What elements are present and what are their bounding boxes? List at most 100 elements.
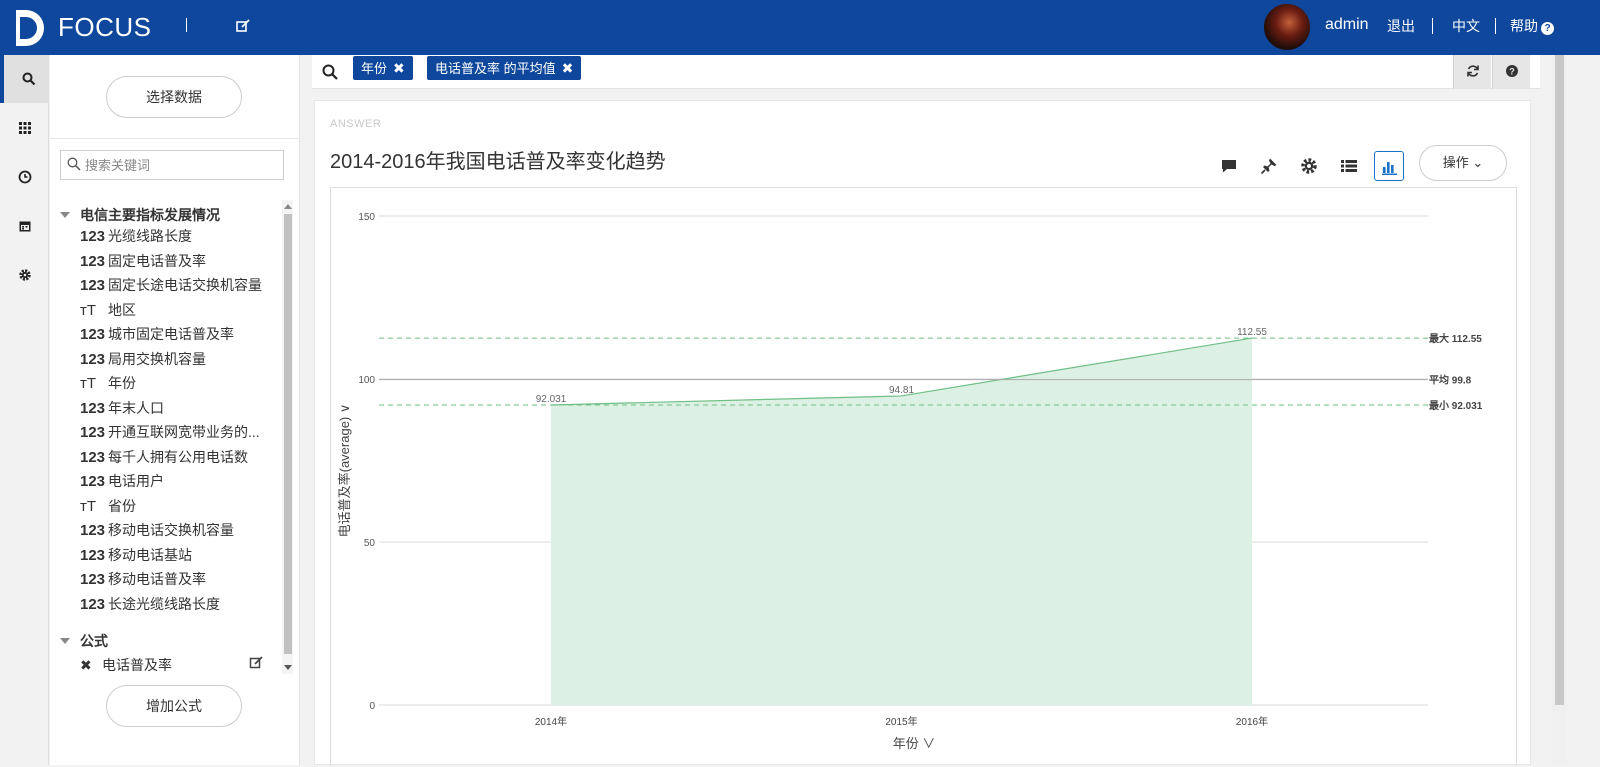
search-chip-average[interactable]: 电话普及率 的平均值 ✖: [427, 56, 582, 80]
field-item[interactable]: ᴛT 地区: [80, 300, 136, 324]
field-item[interactable]: 123 光缆线路长度: [80, 226, 192, 250]
group-title: 公式: [80, 633, 108, 649]
list-icon: [1341, 160, 1357, 172]
field-name: 移动电话普及率: [108, 571, 206, 587]
scroll-down-arrow-icon[interactable]: [284, 665, 292, 670]
nav-settings[interactable]: [0, 251, 49, 299]
field-item[interactable]: 123 局用交换机容量: [80, 349, 206, 373]
chip-label: 年份: [361, 61, 388, 76]
comment-button[interactable]: [1214, 151, 1244, 181]
question-icon: ?: [1541, 22, 1554, 35]
chart-container: 0 50 100 150 最大 112.55 平均 99.8 最小 92.031 92.031…: [330, 187, 1517, 766]
y-tick-label: 150: [358, 212, 375, 223]
number-type-icon: 123: [80, 571, 106, 588]
scroll-thumb[interactable]: [284, 214, 292, 654]
user-name[interactable]: admin: [1325, 16, 1369, 34]
focus-logo-icon[interactable]: [12, 8, 48, 48]
area-chart[interactable]: 0 50 100 150 最大 112.55 平均 99.8 最小 92.031 92.031…: [331, 188, 1516, 767]
field-name: 地区: [108, 301, 136, 318]
logout-link[interactable]: 退出: [1387, 16, 1415, 36]
edit-icon[interactable]: [235, 18, 251, 34]
data-label: 112.55: [1237, 327, 1267, 338]
field-name: 每千人拥有公用电话数: [108, 448, 248, 465]
field-item[interactable]: 123 移动电话交换机容量: [80, 520, 234, 544]
page-scroll-thumb[interactable]: [1555, 55, 1564, 705]
number-type-icon: 123: [80, 228, 106, 245]
select-data-button[interactable]: 选择数据: [106, 76, 242, 118]
x-tick-label: 2014年: [535, 715, 567, 728]
text-type-icon: ᴛT: [80, 375, 97, 392]
search-chip-year[interactable]: 年份 ✖: [353, 56, 413, 80]
refresh-button[interactable]: [1453, 55, 1491, 89]
tree-scrollbar[interactable]: [282, 200, 293, 674]
nav-calendar[interactable]: [0, 202, 49, 250]
field-item[interactable]: 123 年末人口: [80, 398, 164, 422]
tree-group-header[interactable]: 电信主要指标发展情况: [60, 205, 220, 225]
y-tick-label: 50: [364, 538, 376, 549]
field-item[interactable]: 123 移动电话基站: [80, 545, 192, 569]
language-switch[interactable]: 中文: [1452, 16, 1480, 36]
chart-view-button[interactable]: [1374, 151, 1404, 181]
remove-chip-icon[interactable]: ✖: [393, 60, 405, 76]
pin-icon: [1260, 158, 1277, 175]
add-formula-button[interactable]: 增加公式: [106, 685, 242, 727]
x-tick-label: 2015年: [885, 715, 917, 728]
field-name: 年份: [108, 375, 136, 391]
field-item[interactable]: 123 电话用户: [80, 471, 164, 495]
remove-chip-icon[interactable]: ✖: [562, 60, 574, 76]
field-item[interactable]: 123 固定长途电话交换机容量: [80, 275, 262, 299]
scroll-up-arrow-icon[interactable]: [284, 204, 292, 209]
delete-icon[interactable]: ✖: [80, 657, 102, 674]
field-item[interactable]: 123 移动电话普及率: [80, 569, 206, 593]
keyword-search-input[interactable]: [85, 155, 275, 175]
caret-down-icon: [60, 212, 70, 218]
table-view-button[interactable]: [1334, 151, 1364, 181]
operations-dropdown[interactable]: 操作 ⌄: [1419, 145, 1507, 181]
nav-apps[interactable]: [0, 104, 49, 152]
header-divider: [1432, 18, 1433, 34]
question-icon: ?: [1506, 65, 1518, 77]
refresh-icon: [1467, 65, 1479, 77]
field-item[interactable]: 123 开通互联网宽带业务的...: [80, 422, 260, 446]
search-icon: [67, 157, 81, 171]
data-label: 92.031: [536, 394, 567, 405]
field-item[interactable]: ᴛT 年份: [80, 373, 136, 397]
formula-group-header[interactable]: 公式: [60, 631, 108, 651]
nav-search[interactable]: [0, 55, 49, 103]
chevron-down-icon: ⌄: [1472, 155, 1484, 170]
text-type-icon: ᴛT: [80, 301, 97, 319]
search-icon: [22, 72, 36, 86]
calendar-icon: [19, 221, 31, 232]
data-label: 94.81: [889, 385, 914, 396]
help-link[interactable]: 帮助?: [1510, 16, 1554, 36]
x-axis-title: 年份 ∨: [893, 736, 936, 751]
pin-button[interactable]: [1254, 151, 1284, 181]
field-name: 移动电话基站: [108, 546, 192, 563]
query-help-button[interactable]: ?: [1492, 55, 1530, 89]
field-item[interactable]: 123 固定电话普及率: [80, 251, 206, 275]
settings-button[interactable]: [1294, 151, 1324, 181]
user-avatar[interactable]: [1262, 2, 1312, 52]
field-name: 城市固定电话普及率: [108, 326, 234, 342]
data-side-panel: 选择数据 电信主要指标发展情况 123光缆线路长度123固定电话普及率123固定…: [50, 55, 300, 765]
comment-icon: [1222, 160, 1236, 173]
number-type-icon: 123: [80, 424, 106, 441]
field-name: 局用交换机容量: [108, 350, 206, 367]
reference-line-label: 平均 99.8: [1429, 374, 1472, 387]
field-item[interactable]: ᴛT 省份: [80, 496, 136, 520]
operations-label: 操作: [1442, 155, 1469, 170]
formula-item[interactable]: ✖ 电话普及率: [80, 655, 270, 675]
number-type-icon: 123: [80, 522, 106, 539]
page-scrollbar[interactable]: [1552, 55, 1567, 765]
field-item[interactable]: 123 长途光缆线路长度: [80, 594, 220, 618]
field-item[interactable]: 123 城市固定电话普及率: [80, 324, 234, 348]
query-search-bar[interactable]: 年份 ✖ 电话普及率 的平均值 ✖ ?: [312, 55, 1540, 89]
y-axis-title: 电话普及率(average) ∨: [337, 404, 352, 538]
y-tick-label: 100: [358, 375, 375, 386]
grid-icon: [19, 122, 31, 134]
help-label: 帮助: [1510, 18, 1538, 34]
field-item[interactable]: 123 每千人拥有公用电话数: [80, 447, 248, 471]
gear-icon: [1301, 158, 1317, 174]
edit-icon[interactable]: [249, 655, 264, 670]
nav-history[interactable]: [0, 153, 49, 201]
